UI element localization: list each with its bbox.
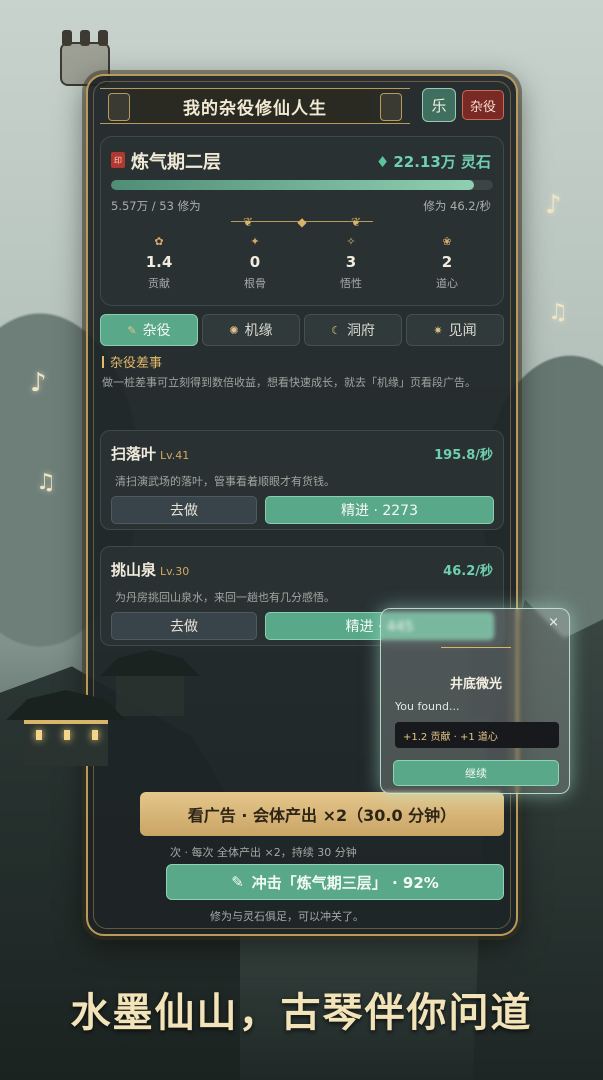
section-description: 做一桩差事可立刻得到数倍收益，想看快速成长，就去「机缘」页看段广告。 xyxy=(102,376,476,389)
stat-insight: ✧ 3 悟性 xyxy=(303,235,399,299)
broom-icon: ✎ xyxy=(127,323,137,337)
music-note-icon: ♪ xyxy=(545,190,562,220)
music-button[interactable]: 乐 xyxy=(422,88,456,122)
tab-news[interactable]: ✷ 见闻 xyxy=(406,314,504,346)
breakthrough-button[interactable]: ✎ 冲击「炼气期三层」 · 92% xyxy=(166,864,504,900)
brush-icon: ✎ xyxy=(231,873,244,891)
music-note-icon: ♫ xyxy=(548,300,568,325)
task-name: 扫落叶 Lv.41 xyxy=(111,445,190,463)
insight-icon: ✧ xyxy=(346,235,356,248)
contribution-icon: ✿ xyxy=(154,235,164,248)
task-description: 为丹房挑回山泉水，来回一趟也有几分感悟。 xyxy=(115,591,335,604)
section-title: 杂役差事 xyxy=(102,352,162,371)
event-popup: × 井底微光 You found... +1.2 贡献 · +1 道心 继续 xyxy=(380,608,570,794)
ornament-icon xyxy=(441,641,511,655)
cave-icon: ☾ xyxy=(331,323,341,337)
cultivation-progress-bar xyxy=(111,180,493,190)
pavilion-illustration xyxy=(6,690,126,780)
task-description: 清扫演武场的落叶，管事看着顺眼才有货钱。 xyxy=(115,475,335,488)
popup-reward: +1.2 贡献 · +1 道心 xyxy=(395,722,559,748)
tab-cave[interactable]: ☾ 洞府 xyxy=(304,314,402,346)
title-plaque: 我的杂役修仙人生 xyxy=(100,88,410,124)
task-card: 扫落叶 Lv.41 195.8/秒 清扫演武场的落叶，管事看着顺眼才有货钱。 去做… xyxy=(100,430,504,530)
cultivation-progress-fill xyxy=(111,180,474,190)
watch-ad-button[interactable]: 看广告 · 会体产出 ×2（30.0 分钟） xyxy=(140,792,504,836)
popup-text: You found... xyxy=(395,700,460,713)
music-note-icon: ♪ xyxy=(30,368,47,398)
popup-title: 井底微光 xyxy=(449,677,502,692)
advance-task-button[interactable]: 精进 · 2273 xyxy=(265,496,494,524)
seal-icon: 印 xyxy=(111,152,125,168)
chore-badge-button[interactable]: 杂役 xyxy=(462,90,504,120)
realm-card: 印 炼气期二层 ♦ 22.13万 灵石 5.57万 / 53 修为 修为 46.2… xyxy=(100,136,504,306)
cloud-ornament: ❦ ◆ ❦ xyxy=(231,215,373,229)
music-note-icon: ♫ xyxy=(36,470,56,495)
cultivation-rate: 修为 46.2/秒 xyxy=(423,199,491,213)
close-icon[interactable]: × xyxy=(548,615,559,630)
stat-root: ✦ 0 根骨 xyxy=(207,235,303,299)
task-level: Lv.30 xyxy=(160,565,190,578)
spirit-stone-icon: ♦ xyxy=(375,153,390,171)
task-name: 挑山泉 Lv.30 xyxy=(111,561,190,579)
heart-icon: ❀ xyxy=(442,235,452,248)
promo-tagline: 水墨仙山，古琴伴你问道 xyxy=(70,989,533,1036)
ad-note: 次 · 每次 全体产出 ×2，持续 30 分钟 xyxy=(170,846,357,859)
news-icon: ✷ xyxy=(433,323,443,337)
task-level: Lv.41 xyxy=(160,449,190,462)
app-title: 我的杂役修仙人生 xyxy=(183,98,327,119)
stat-contribution: ✿ 1.4 贡献 xyxy=(111,235,207,299)
root-icon: ✦ xyxy=(250,235,260,248)
header: 我的杂役修仙人生 乐 杂役 xyxy=(100,86,506,126)
task-rate: 46.2/秒 xyxy=(443,564,493,579)
tab-chores[interactable]: ✎ 杂役 xyxy=(100,314,198,346)
do-task-button[interactable]: 去做 xyxy=(111,612,257,640)
stat-dao-heart: ❀ 2 道心 xyxy=(399,235,495,299)
tab-fortune[interactable]: ✺ 机缘 xyxy=(202,314,300,346)
tab-bar: ✎ 杂役 ✺ 机缘 ☾ 洞府 ✷ 见闻 xyxy=(100,314,504,346)
stats-row: ✿ 1.4 贡献 ✦ 0 根骨 ✧ 3 悟性 ❀ 2 道心 xyxy=(111,235,495,299)
continue-button[interactable]: 继续 xyxy=(393,760,559,786)
cultivation-count: 5.57万 / 53 修为 xyxy=(111,199,201,213)
breakthrough-note: 修为与灵石俱足，可以冲关了。 xyxy=(210,910,364,923)
do-task-button[interactable]: 去做 xyxy=(111,496,257,524)
fortune-icon: ✺ xyxy=(229,323,239,337)
spirit-stone-count: ♦ 22.13万 灵石 xyxy=(375,153,491,171)
realm-name: 炼气期二层 xyxy=(131,152,221,173)
task-rate: 195.8/秒 xyxy=(434,448,493,463)
